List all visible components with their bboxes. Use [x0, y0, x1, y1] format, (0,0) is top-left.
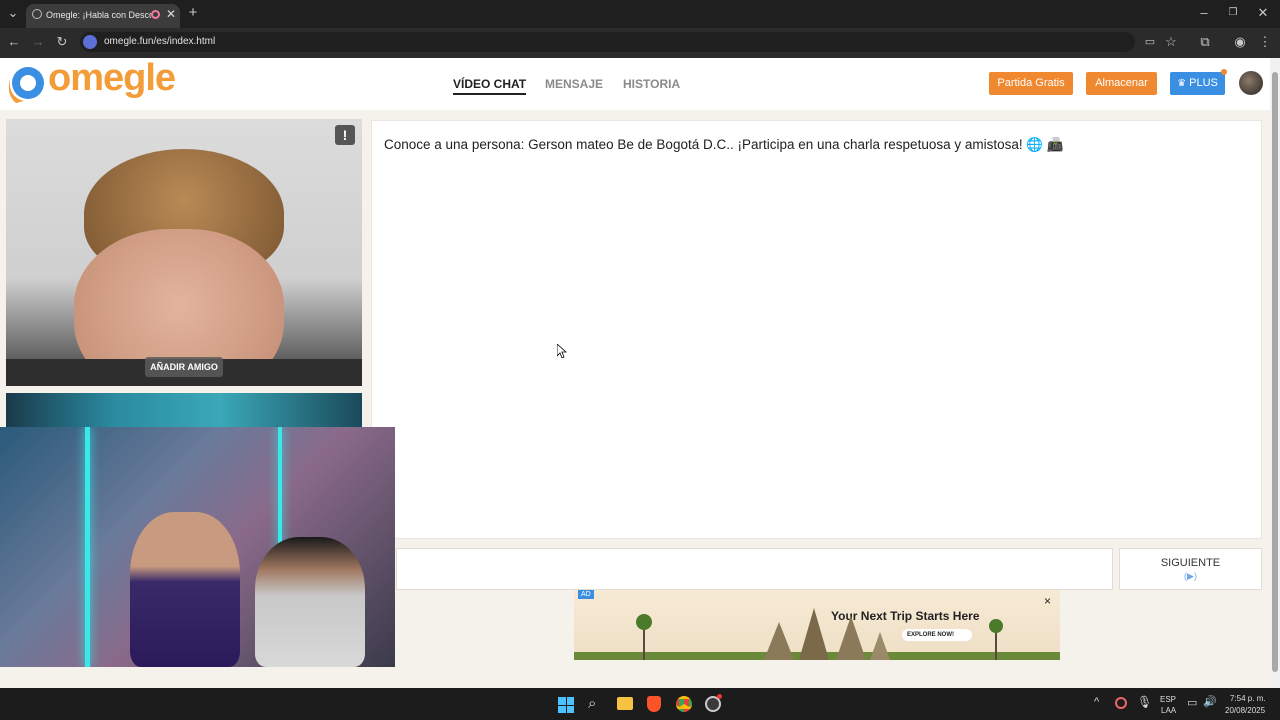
message-input[interactable] — [396, 548, 1113, 590]
obs-recording-dot — [717, 694, 722, 699]
nav-message[interactable]: MENSAJE — [545, 77, 603, 91]
language-bottom[interactable]: LAA — [1161, 706, 1176, 715]
add-friend-button[interactable]: AÑADIR AMIGO — [145, 357, 223, 377]
chrome-icon[interactable] — [676, 696, 692, 712]
temple-illustration — [574, 608, 1060, 660]
cast-icon[interactable]: ▭ — [1141, 34, 1159, 52]
back-arrow-icon[interactable]: ← — [5, 34, 23, 52]
minimize-icon[interactable]: – — [1195, 5, 1213, 23]
profile-icon[interactable]: ◉ — [1231, 34, 1249, 52]
nav-video-chat[interactable]: VÍDEO CHAT — [453, 77, 527, 95]
microphone-icon[interactable]: 🎙 — [1137, 695, 1152, 709]
clock-time[interactable]: 7:54 p. m. — [1230, 694, 1266, 703]
browser-tab-bar: ⌄ Omegle: ¡Habla con Desconocidos! ✕ + –… — [0, 0, 1280, 28]
reload-icon[interactable]: ↻ — [53, 34, 71, 52]
exclamation-icon: ! — [342, 127, 348, 143]
tray-chevron-icon[interactable]: ^ — [1094, 696, 1099, 708]
led-strip — [85, 427, 90, 667]
restore-icon[interactable]: ❐ — [1224, 5, 1242, 23]
site-info-icon[interactable] — [83, 35, 97, 49]
next-button[interactable]: SIGUIENTE (▶) — [1119, 548, 1262, 590]
site-header: omegle VÍDEO CHAT MENSAJE HISTORIA Parti… — [0, 57, 1270, 110]
new-tab-button[interactable]: + — [184, 5, 202, 23]
menu-icon[interactable]: ⋮ — [1256, 34, 1274, 52]
nav-history[interactable]: HISTORIA — [623, 77, 680, 91]
report-button[interactable]: ! — [335, 125, 355, 145]
chat-panel: Conoce a una persona: Gerson mateo Be de… — [371, 120, 1262, 539]
stranger-video: ! AÑADIR AMIGO — [6, 119, 362, 386]
forward-arrow-icon[interactable]: → — [29, 34, 47, 52]
next-label: SIGUIENTE — [1160, 557, 1221, 569]
avatar[interactable] — [1239, 71, 1263, 95]
plus-label: PLUS — [1189, 77, 1218, 89]
bookmark-star-icon[interactable]: ☆ — [1162, 34, 1180, 52]
brave-icon[interactable] — [647, 696, 661, 712]
recording-icon — [151, 10, 160, 19]
logo[interactable]: omegle — [6, 57, 176, 105]
plus-button[interactable]: ♛ PLUS — [1170, 72, 1225, 95]
search-icon[interactable]: ⌕ — [588, 695, 596, 712]
tray-app-icon[interactable] — [1115, 697, 1127, 709]
play-icon: (▶) — [1184, 571, 1197, 581]
globe-favicon-icon — [32, 9, 42, 19]
ad-badge: AD — [578, 590, 594, 599]
close-window-icon[interactable]: ✕ — [1254, 5, 1272, 23]
windows-start-icon[interactable] — [558, 697, 574, 713]
volume-icon[interactable]: 🔊 — [1203, 695, 1217, 708]
scroll-thumb[interactable] — [1272, 72, 1278, 672]
mouse-cursor-icon — [557, 344, 567, 358]
file-explorer-icon[interactable] — [617, 697, 633, 710]
own-video — [6, 393, 362, 428]
ad-banner[interactable]: AD × Your Next Trip Starts Here EXPLORE … — [574, 590, 1060, 660]
chat-intro-message: Conoce a una persona: Gerson mateo Be de… — [384, 137, 1064, 152]
page-scrollbar[interactable] — [1270, 58, 1280, 688]
language-top[interactable]: ESP — [1160, 695, 1176, 704]
tab-search-icon[interactable]: ⌄ — [4, 5, 22, 23]
browser-tab[interactable]: Omegle: ¡Habla con Desconocidos! ✕ — [26, 4, 180, 28]
extensions-icon[interactable]: ⧉ — [1196, 34, 1214, 52]
store-button[interactable]: Almacenar — [1086, 72, 1157, 95]
taskbar: ⌕ ^ 🎙 ESP LAA ▭ 🔊 7:54 p. m. 20/08/2025 — [0, 688, 1280, 720]
person-left — [130, 512, 240, 667]
notification-dot — [1221, 69, 1227, 75]
logo-text: omegle — [48, 57, 176, 99]
chat-bubble-logo-icon — [8, 67, 44, 103]
tab-title: Omegle: ¡Habla con Desconocidos! — [46, 10, 151, 20]
crown-icon: ♛ — [1177, 78, 1187, 89]
network-icon[interactable]: ▭ — [1187, 696, 1197, 709]
address-bar[interactable]: omegle.fun/es/index.html — [80, 32, 1135, 52]
close-tab-icon[interactable]: ✕ — [166, 7, 176, 21]
url-text: omegle.fun/es/index.html — [104, 36, 216, 47]
clock-date[interactable]: 20/08/2025 — [1225, 706, 1265, 715]
streamer-webcam-overlay — [0, 427, 395, 667]
person-right — [255, 537, 365, 667]
free-match-button[interactable]: Partida Gratis — [989, 72, 1073, 95]
